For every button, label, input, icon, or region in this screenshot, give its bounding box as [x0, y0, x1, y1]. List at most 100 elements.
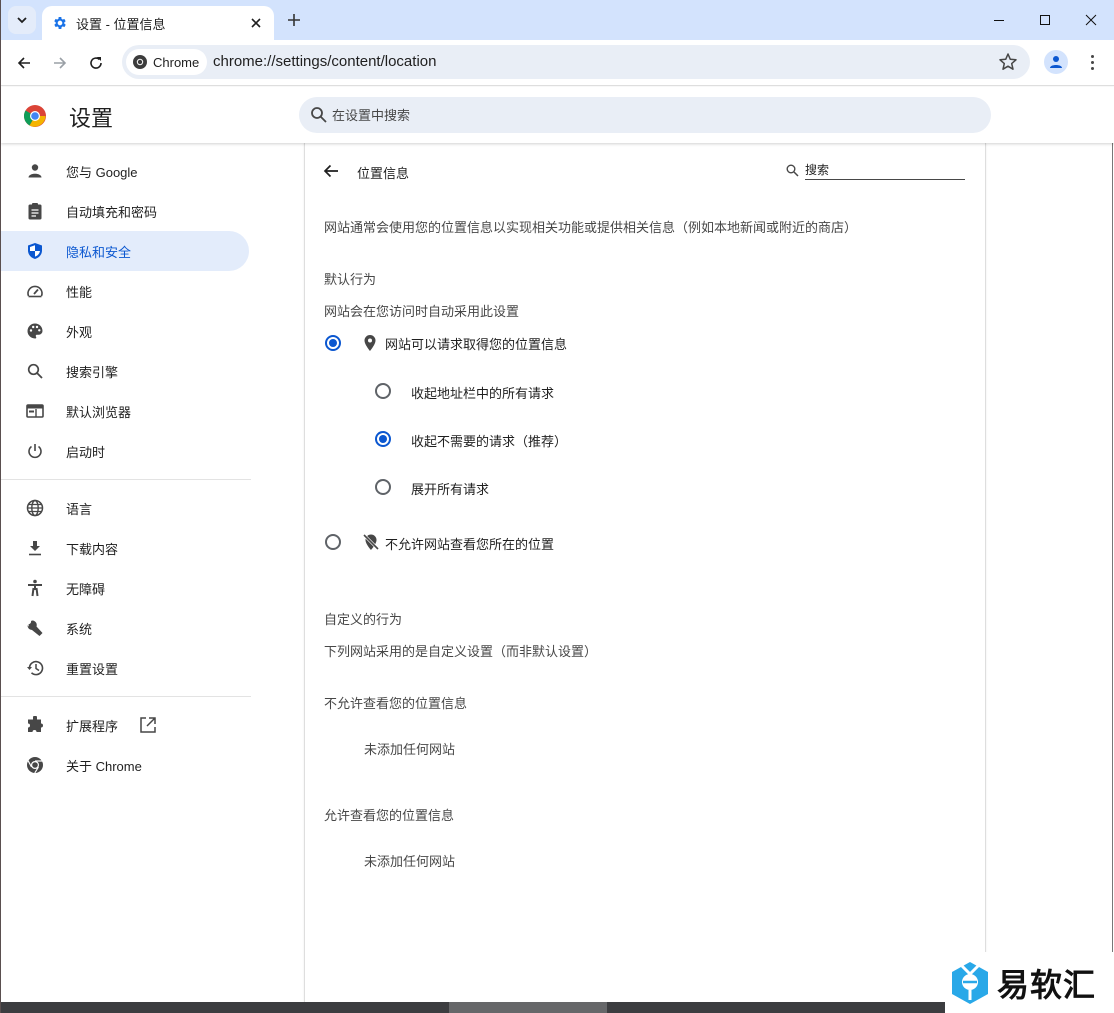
sidebar-item-downloads[interactable]: 下载内容: [1, 528, 249, 568]
sidebar-item-search-engine[interactable]: 搜索引擎: [1, 351, 249, 391]
sidebar-item-autofill[interactable]: 自动填充和密码: [1, 191, 249, 231]
radio-label: 收起不需要的请求（推荐）: [411, 434, 568, 449]
sidebar-item-accessibility[interactable]: 无障碍: [1, 568, 249, 608]
radio-button[interactable]: [325, 534, 341, 550]
sidebar-item-label: 语言: [66, 501, 93, 517]
dot-icon: [1090, 54, 1094, 58]
sidebar-item-performance[interactable]: 性能: [1, 271, 249, 311]
sidebar-item-label: 扩展程序: [66, 718, 119, 734]
browser-window-icon: [25, 401, 45, 421]
gear-icon: [54, 17, 66, 29]
tab-strip: 设置 - 位置信息: [1, 0, 1114, 40]
dot-icon: [1090, 60, 1094, 64]
sidebar-item-system[interactable]: 系统: [1, 608, 249, 648]
sidebar-item-privacy[interactable]: 隐私和安全: [1, 231, 249, 271]
allowed-sites-empty: 未添加任何网站: [364, 854, 456, 869]
sidebar-item-label: 您与 Google: [66, 164, 138, 180]
arrow-left-icon: [323, 164, 338, 178]
location-settings-card: 位置信息 网站通常会使用您的位置信息以实现相关功能或提供相关信息（例如本地新闻或…: [304, 143, 986, 1003]
toolbar: Chrome chrome://settings/content/locatio…: [1, 40, 1114, 86]
watermark-text: 易软汇: [997, 965, 1097, 1004]
reload-button[interactable]: [80, 47, 112, 79]
sidebar-item-label: 自动填充和密码: [66, 204, 158, 220]
sidebar-divider: [1, 479, 251, 480]
sidebar-item-label: 下载内容: [66, 541, 119, 557]
active-tab[interactable]: 设置 - 位置信息: [42, 6, 274, 40]
more-menu-button[interactable]: [1082, 50, 1102, 74]
sidebar-item-label: 无障碍: [66, 581, 106, 597]
radio-button[interactable]: [375, 383, 391, 399]
url-text[interactable]: chrome://settings/content/location: [213, 53, 436, 70]
back-to-site-settings-button[interactable]: [321, 161, 341, 181]
page-title: 位置信息: [357, 166, 410, 181]
sidebar-item-label: 关于 Chrome: [66, 758, 142, 774]
download-icon: [25, 538, 45, 558]
card-search-input[interactable]: [805, 160, 965, 180]
minimize-icon: [994, 20, 1004, 21]
chip-label: Chrome: [153, 54, 200, 70]
search-icon: [786, 164, 799, 177]
sidebar-item-label: 默认浏览器: [66, 404, 132, 420]
address-bar[interactable]: Chrome chrome://settings/content/locatio…: [122, 45, 1030, 79]
watermark-logo-icon: [952, 961, 988, 1004]
sidebar-item-you-and-google[interactable]: 您与 Google: [1, 151, 249, 191]
sidebar-divider: [1, 696, 251, 697]
profile-button[interactable]: [1044, 50, 1068, 74]
radio-button-selected[interactable]: [375, 431, 391, 447]
blocked-sites-empty: 未添加任何网站: [364, 742, 456, 757]
arrow-right-icon: [54, 57, 67, 69]
close-window-button[interactable]: [1068, 0, 1114, 40]
settings-search-input[interactable]: [332, 97, 972, 133]
radio-label: 展开所有请求: [411, 482, 490, 497]
sidebar-item-appearance[interactable]: 外观: [1, 311, 249, 351]
person-icon: [25, 161, 45, 181]
bookmark-star-icon[interactable]: [998, 52, 1018, 72]
sidebar-item-languages[interactable]: 语言: [1, 488, 249, 528]
site-info-chip[interactable]: Chrome: [126, 49, 208, 75]
sidebar-item-reset[interactable]: 重置设置: [1, 648, 249, 688]
sidebar-item-on-startup[interactable]: 启动时: [1, 431, 249, 471]
minimize-button[interactable]: [976, 0, 1022, 40]
search-icon: [25, 361, 45, 381]
settings-search-box[interactable]: [299, 97, 991, 133]
globe-icon: [25, 498, 45, 518]
maximize-icon: [1040, 15, 1050, 25]
clipboard-icon: [25, 201, 45, 221]
chrome-icon: [25, 755, 45, 775]
sidebar-item-label: 外观: [66, 324, 93, 340]
taskbar-active-app[interactable]: [449, 1002, 607, 1013]
palette-icon: [25, 321, 45, 341]
sidebar-item-default-browser[interactable]: 默认浏览器: [1, 391, 249, 431]
sidebar-item-extensions[interactable]: 扩展程序: [1, 705, 249, 745]
radio-button[interactable]: [375, 479, 391, 495]
card-search-box[interactable]: [786, 160, 966, 182]
wrench-icon: [25, 618, 45, 638]
default-behavior-subheading: 网站会在您访问时自动采用此设置: [324, 304, 520, 319]
maximize-button[interactable]: [1022, 0, 1068, 40]
custom-behavior-subheading: 下列网站采用的是自定义设置（而非默认设置）: [324, 644, 598, 659]
allowed-sites-heading: 允许查看您的位置信息: [324, 808, 455, 823]
tab-close-button[interactable]: [246, 13, 266, 33]
power-icon: [25, 441, 45, 461]
accessibility-icon: [25, 578, 45, 598]
tab-search-button[interactable]: [8, 6, 36, 34]
chrome-logo-icon: [24, 105, 46, 127]
location-off-icon: [362, 533, 380, 556]
back-button[interactable]: [8, 47, 40, 79]
sidebar-item-about-chrome[interactable]: 关于 Chrome: [1, 745, 249, 785]
reload-icon: [90, 57, 102, 69]
search-icon: [311, 107, 327, 123]
sidebar: 您与 Google 自动填充和密码 隐私和安全 性能 外观 搜索引擎 默认浏览器: [1, 143, 261, 1003]
dot-icon: [1090, 66, 1094, 70]
forward-button[interactable]: [44, 47, 76, 79]
watermark: 易软汇: [945, 952, 1114, 1013]
sidebar-item-label: 性能: [66, 284, 93, 300]
new-tab-button[interactable]: [283, 9, 305, 31]
gauge-icon: [25, 281, 45, 301]
shield-icon: [25, 241, 45, 261]
chevron-down-icon: [17, 17, 27, 24]
settings-header: 设置: [1, 87, 1114, 143]
radio-button-selected[interactable]: [325, 335, 341, 351]
page-description: 网站通常会使用您的位置信息以实现相关功能或提供相关信息（例如本地新闻或附近的商店…: [324, 220, 858, 235]
settings-title: 设置: [69, 106, 114, 131]
